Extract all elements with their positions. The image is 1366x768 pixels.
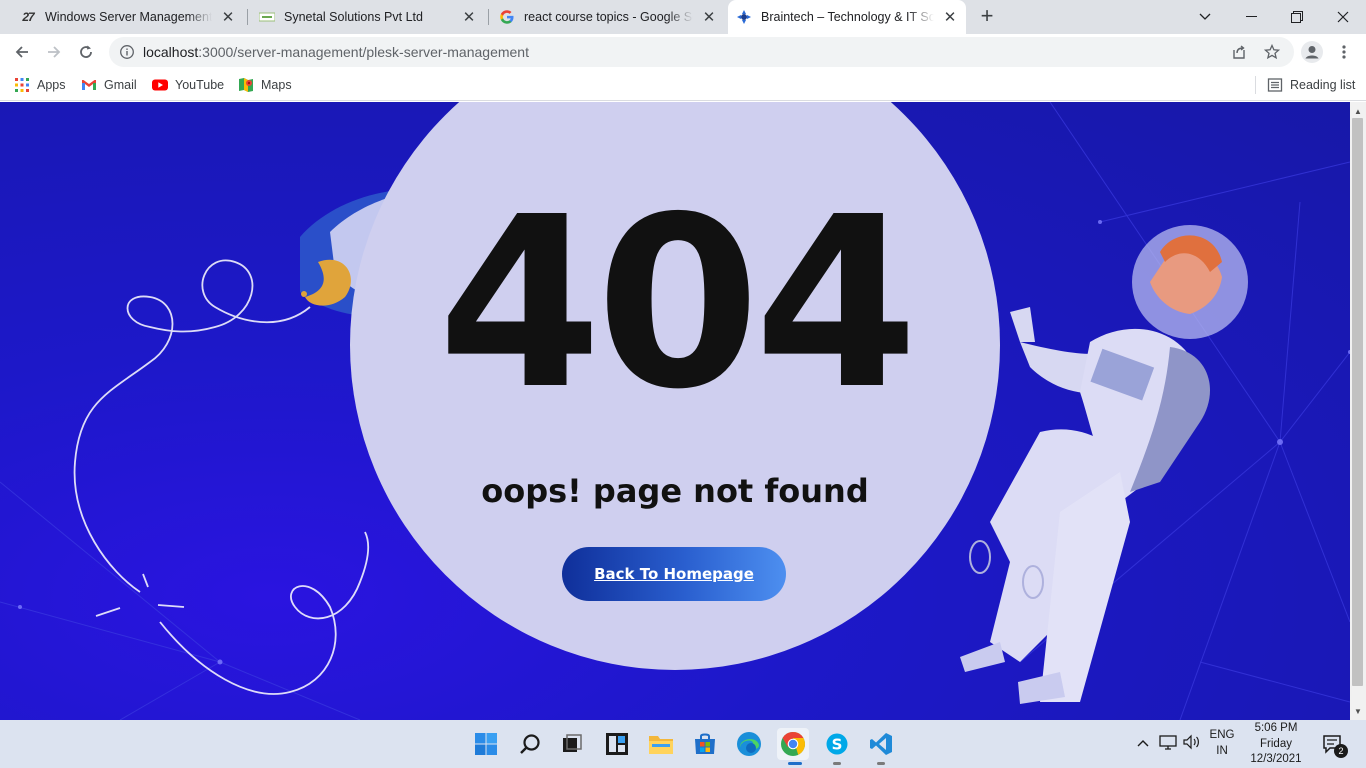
- browser-menu-button[interactable]: [1330, 38, 1358, 66]
- error-message: oops! page not found: [481, 472, 869, 510]
- bookmark-star-icon[interactable]: [1264, 44, 1280, 60]
- close-window-button[interactable]: [1320, 0, 1366, 34]
- bookmark-label: Gmail: [104, 78, 137, 92]
- reading-list-icon: [1267, 78, 1283, 92]
- clock-time: 5:06 PM: [1254, 722, 1298, 734]
- clock-day: Friday: [1260, 737, 1292, 750]
- bookmark-label: YouTube: [175, 78, 225, 92]
- system-clock[interactable]: 5:06 PM Friday 12/3/2021: [1244, 721, 1308, 768]
- tab-search-dropdown-icon[interactable]: [1182, 0, 1228, 34]
- bookmarks-bar: Apps Gmail YouTube Maps Reading list: [0, 70, 1366, 101]
- error-code-heading: 404: [437, 166, 919, 441]
- reading-list-label: Reading list: [1290, 78, 1356, 92]
- browser-tab-strip: 27 Windows Server Management - P ✕ Synet…: [0, 0, 1366, 34]
- chrome-icon[interactable]: [777, 728, 809, 760]
- back-button[interactable]: [8, 38, 36, 66]
- synetal-logo-icon: [259, 9, 275, 25]
- windows-taskbar: S ENG IN 5:06 PM Friday 12/3/2021 2: [0, 720, 1366, 768]
- bookmark-label: Apps: [37, 78, 66, 92]
- reload-button[interactable]: [72, 38, 100, 66]
- vscode-running-indicator: [877, 762, 885, 765]
- maps-icon: [239, 78, 253, 92]
- share-icon[interactable]: [1231, 44, 1247, 60]
- language-code: ENG: [1209, 729, 1235, 741]
- windows-start-icon[interactable]: [470, 728, 502, 760]
- chrome-active-indicator: [788, 762, 802, 765]
- tab-title: Braintech – Technology & IT Solu: [761, 10, 934, 24]
- kebab-menu-icon: [1342, 45, 1346, 59]
- bookmark-maps[interactable]: Maps: [238, 76, 292, 94]
- close-tab-icon[interactable]: ✕: [220, 9, 236, 26]
- microsoft-store-icon[interactable]: [689, 728, 721, 760]
- back-to-homepage-button[interactable]: Back To Homepage: [562, 547, 786, 601]
- scroll-down-arrow-icon[interactable]: ▼: [1350, 703, 1366, 719]
- skype-running-indicator: [833, 762, 841, 765]
- task-view-icon[interactable]: [556, 728, 588, 760]
- input-language-indicator[interactable]: ENG IN: [1204, 727, 1240, 759]
- page-viewport: 404 oops! page not found Back To Homepag…: [0, 102, 1350, 720]
- forward-button[interactable]: [40, 38, 68, 66]
- rocket-trail-line: [73, 259, 370, 695]
- show-hidden-icons-chevron-icon[interactable]: [1137, 736, 1149, 750]
- browser-toolbar: localhost:3000/server-management/plesk-s…: [0, 34, 1366, 70]
- notification-count-badge: 2: [1334, 744, 1348, 758]
- forward-arrow-icon: [48, 46, 61, 58]
- apps-grid-icon: [15, 78, 29, 92]
- site-info-icon[interactable]: [119, 44, 135, 60]
- address-bar[interactable]: localhost:3000/server-management/plesk-s…: [109, 37, 1294, 67]
- avatar-icon: [1301, 41, 1323, 63]
- tab-synetal[interactable]: Synetal Solutions Pvt Ltd ✕: [257, 0, 483, 34]
- scrollbar-thumb[interactable]: [1352, 118, 1363, 686]
- url-host: localhost: [143, 44, 199, 60]
- astronaut-illustration: [960, 225, 1248, 704]
- file-explorer-icon[interactable]: [645, 728, 677, 760]
- sparkle-lines: [95, 573, 185, 617]
- volume-icon[interactable]: [1183, 734, 1201, 753]
- tab-separator: [247, 9, 248, 25]
- url-text[interactable]: localhost:3000/server-management/plesk-s…: [143, 44, 529, 60]
- youtube-icon: [152, 79, 168, 91]
- tab-title: react course topics - Google Sear: [524, 10, 693, 24]
- new-tab-button[interactable]: +: [976, 5, 998, 28]
- tab-separator: [488, 9, 489, 25]
- minimize-window-button[interactable]: [1228, 0, 1274, 34]
- url-path: :3000/server-management/plesk-server-man…: [198, 44, 529, 60]
- svg-text:S: S: [832, 736, 843, 754]
- edge-icon[interactable]: [733, 728, 765, 760]
- tab-windows-server[interactable]: 27 Windows Server Management - P ✕: [16, 0, 242, 34]
- close-tab-icon[interactable]: ✕: [461, 9, 477, 26]
- tab-title: Synetal Solutions Pvt Ltd: [284, 10, 423, 24]
- bookmark-youtube[interactable]: YouTube: [152, 76, 224, 94]
- braintech-logo-icon: [736, 9, 752, 25]
- skype-icon[interactable]: S: [821, 728, 853, 760]
- reload-icon: [80, 45, 92, 58]
- bookmark-apps[interactable]: Apps: [14, 76, 66, 94]
- bookmark-label: Maps: [261, 78, 292, 92]
- search-icon[interactable]: [514, 728, 546, 760]
- clock-date: 12/3/2021: [1250, 753, 1302, 765]
- language-region: IN: [1216, 745, 1228, 757]
- restore-window-button[interactable]: [1274, 0, 1320, 34]
- vscode-icon[interactable]: [865, 728, 897, 760]
- reading-list-button[interactable]: Reading list: [1267, 76, 1355, 94]
- google-g-icon: [499, 9, 515, 25]
- network-icon[interactable]: [1159, 734, 1177, 753]
- tab-google-search[interactable]: react course topics - Google Sear ✕: [497, 0, 723, 34]
- widgets-icon[interactable]: [601, 728, 633, 760]
- scroll-up-arrow-icon[interactable]: ▲: [1350, 103, 1366, 119]
- close-tab-icon[interactable]: ✕: [942, 9, 958, 26]
- bookmarks-separator: [1255, 76, 1256, 94]
- bookmark-gmail[interactable]: Gmail: [81, 76, 137, 94]
- 27-logo-icon: 27: [22, 10, 34, 24]
- gmail-icon: [82, 80, 96, 90]
- profile-avatar-button[interactable]: [1298, 38, 1326, 66]
- tab-title: Windows Server Management - P: [45, 10, 212, 24]
- close-tab-icon[interactable]: ✕: [701, 9, 717, 26]
- back-arrow-icon: [15, 46, 28, 58]
- tab-braintech-active[interactable]: Braintech – Technology & IT Solu ✕: [728, 0, 966, 34]
